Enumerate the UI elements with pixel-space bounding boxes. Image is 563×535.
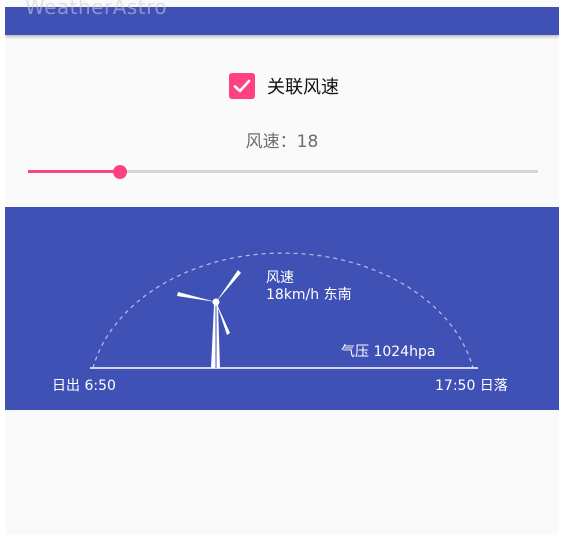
pressure-value: 气压 1024hpa bbox=[341, 344, 436, 360]
app-screen: WeatherAstro 关联风速 风速：18 风速 18km/h 东南 气压 … bbox=[5, 0, 559, 535]
checkbox-box[interactable] bbox=[229, 73, 255, 99]
app-bar: WeatherAstro bbox=[5, 0, 559, 35]
wind-speed-slider[interactable] bbox=[28, 162, 538, 182]
sunset-time: 17:50 日落 bbox=[435, 378, 508, 394]
link-wind-checkbox[interactable]: 关联风速 bbox=[229, 73, 339, 99]
wind-turbine-icon bbox=[177, 270, 241, 368]
weather-panel: 风速 18km/h 东南 气压 1024hpa 日出 6:50 17:50 日落 bbox=[5, 207, 559, 410]
slider-thumb[interactable] bbox=[113, 165, 127, 179]
wind-value: 18km/h 东南 bbox=[266, 287, 352, 303]
check-icon bbox=[233, 79, 251, 93]
wind-speed-value: 风速：18 bbox=[245, 132, 319, 152]
wind-label: 风速 bbox=[266, 270, 294, 286]
link-wind-label: 关联风速 bbox=[267, 77, 339, 98]
sunrise-time: 日出 6:50 bbox=[52, 378, 116, 394]
slider-fill bbox=[28, 170, 120, 173]
app-title: WeatherAstro bbox=[25, 0, 168, 19]
